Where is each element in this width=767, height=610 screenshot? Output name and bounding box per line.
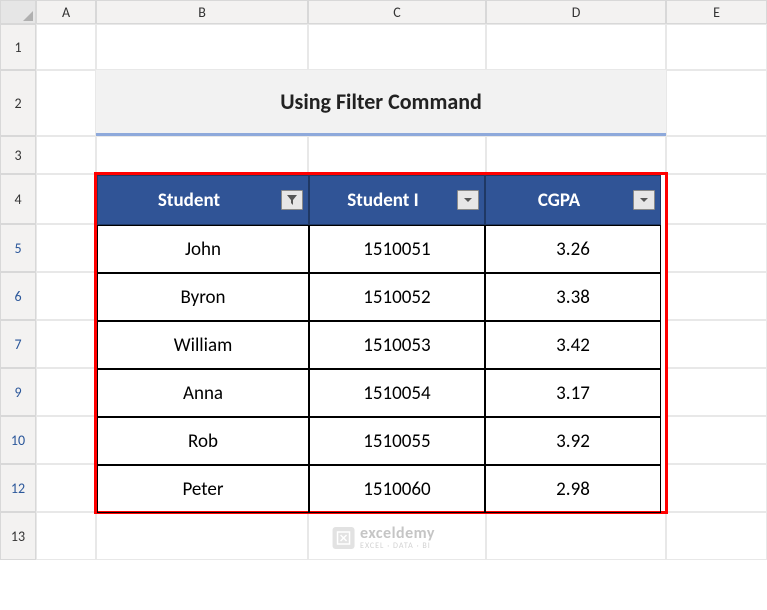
data-table: Student Student I CGPA John 1510051 3.26… xyxy=(94,172,668,514)
watermark-text: exceldemy EXCEL · DATA · BI xyxy=(360,526,435,550)
table-cell[interactable]: 1510052 xyxy=(309,273,485,321)
cell[interactable] xyxy=(308,136,486,174)
cell[interactable] xyxy=(666,416,767,464)
table-cell[interactable]: 2.98 xyxy=(485,465,661,513)
chevron-down-icon xyxy=(462,194,474,206)
table-header-cgpa[interactable]: CGPA xyxy=(485,175,661,225)
cell[interactable] xyxy=(666,464,767,512)
cell[interactable] xyxy=(666,272,767,320)
exceldemy-logo-icon xyxy=(332,527,354,549)
cell[interactable] xyxy=(36,416,96,464)
table-cell[interactable]: 1510051 xyxy=(309,225,485,273)
cell[interactable] xyxy=(36,512,96,560)
table-cell[interactable]: 3.92 xyxy=(485,417,661,465)
row-header-5[interactable]: 5 xyxy=(0,224,36,272)
col-header-B[interactable]: B xyxy=(96,0,308,24)
row-header-9[interactable]: 9 xyxy=(0,368,36,416)
cell[interactable] xyxy=(308,24,486,70)
col-header-C[interactable]: C xyxy=(308,0,486,24)
cell[interactable] xyxy=(666,70,767,136)
cell[interactable] xyxy=(666,368,767,416)
table-header-student[interactable]: Student xyxy=(97,175,309,225)
row-header-3[interactable]: 3 xyxy=(0,136,36,174)
page-title: Using Filter Command xyxy=(96,70,666,136)
cell[interactable] xyxy=(486,24,666,70)
table-cell[interactable]: 3.42 xyxy=(485,321,661,369)
table-cell[interactable]: 3.38 xyxy=(485,273,661,321)
spreadsheet-grid: A B C D E 1 2 3 4 5 6 7 9 10 12 13 Using… xyxy=(0,0,767,610)
cell[interactable] xyxy=(96,136,308,174)
table-cell[interactable]: 1510060 xyxy=(309,465,485,513)
cell[interactable] xyxy=(36,24,96,70)
chevron-down-icon xyxy=(638,194,650,206)
table-header-student-id[interactable]: Student I xyxy=(309,175,485,225)
cell[interactable] xyxy=(36,70,96,136)
cell[interactable] xyxy=(36,224,96,272)
cell[interactable] xyxy=(486,512,666,560)
table-cell[interactable]: Anna xyxy=(97,369,309,417)
filter-button-student[interactable] xyxy=(281,190,303,210)
select-all-corner[interactable] xyxy=(0,0,36,24)
table-cell[interactable]: 1510055 xyxy=(309,417,485,465)
table-cell[interactable]: Rob xyxy=(97,417,309,465)
filter-active-icon xyxy=(286,194,298,206)
cell[interactable] xyxy=(666,224,767,272)
cell[interactable] xyxy=(36,464,96,512)
cell[interactable] xyxy=(666,512,767,560)
row-header-2[interactable]: 2 xyxy=(0,70,36,136)
table-cell[interactable]: Byron xyxy=(97,273,309,321)
cell[interactable] xyxy=(96,24,308,70)
row-header-6[interactable]: 6 xyxy=(0,272,36,320)
table-header-label: Student xyxy=(158,189,220,212)
cell[interactable] xyxy=(36,368,96,416)
table-cell[interactable]: John xyxy=(97,225,309,273)
table-header-label: Student I xyxy=(347,189,419,212)
row-header-13[interactable]: 13 xyxy=(0,512,36,560)
watermark: exceldemy EXCEL · DATA · BI xyxy=(332,526,435,550)
row-header-7[interactable]: 7 xyxy=(0,320,36,368)
table-cell[interactable]: 3.17 xyxy=(485,369,661,417)
filter-button-student-id[interactable] xyxy=(457,190,479,210)
cell[interactable] xyxy=(486,136,666,174)
cell[interactable] xyxy=(666,136,767,174)
watermark-main: exceldemy xyxy=(360,526,435,542)
filter-button-cgpa[interactable] xyxy=(633,190,655,210)
cell[interactable] xyxy=(666,320,767,368)
cell[interactable] xyxy=(666,24,767,70)
cell[interactable] xyxy=(36,320,96,368)
cell[interactable] xyxy=(666,174,767,224)
row-header-4[interactable]: 4 xyxy=(0,174,36,224)
table-cell[interactable]: 3.26 xyxy=(485,225,661,273)
row-header-10[interactable]: 10 xyxy=(0,416,36,464)
watermark-sub: EXCEL · DATA · BI xyxy=(360,542,435,550)
cell[interactable] xyxy=(36,272,96,320)
cell[interactable] xyxy=(96,512,308,560)
row-header-12[interactable]: 12 xyxy=(0,464,36,512)
table-header-label: CGPA xyxy=(538,189,580,212)
col-header-A[interactable]: A xyxy=(36,0,96,24)
cell[interactable] xyxy=(36,174,96,224)
col-header-D[interactable]: D xyxy=(486,0,666,24)
col-header-E[interactable]: E xyxy=(666,0,767,24)
cell[interactable] xyxy=(36,136,96,174)
table-cell[interactable]: 1510053 xyxy=(309,321,485,369)
table-cell[interactable]: William xyxy=(97,321,309,369)
table-cell[interactable]: 1510054 xyxy=(309,369,485,417)
row-header-1[interactable]: 1 xyxy=(0,24,36,70)
table-cell[interactable]: Peter xyxy=(97,465,309,513)
